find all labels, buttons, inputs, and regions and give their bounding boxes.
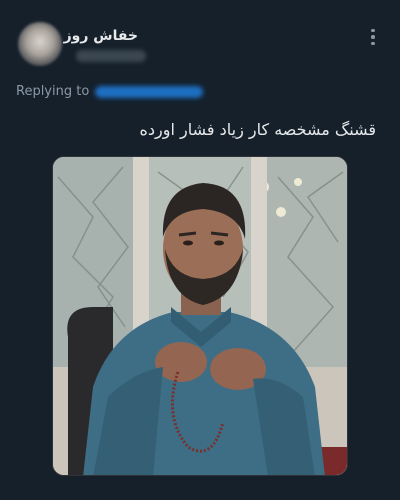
more-vertical-icon: [371, 28, 375, 33]
tweet-text: قشنگ مشخصه کار زیاد فشار اورده: [139, 120, 376, 139]
display-name[interactable]: خفاش روز: [64, 28, 138, 44]
avatar[interactable]: [18, 22, 62, 66]
replying-to-label: Replying to: [16, 84, 90, 99]
replying-to-line: Replying to: [16, 84, 204, 99]
user-handle-blurred: [76, 50, 146, 62]
reply-handle-link[interactable]: [95, 85, 204, 98]
tweet-media-image[interactable]: [52, 156, 348, 476]
media-photo: [53, 157, 347, 475]
more-options-button[interactable]: [362, 24, 384, 50]
tweet-header: خفاش روز: [0, 0, 400, 80]
